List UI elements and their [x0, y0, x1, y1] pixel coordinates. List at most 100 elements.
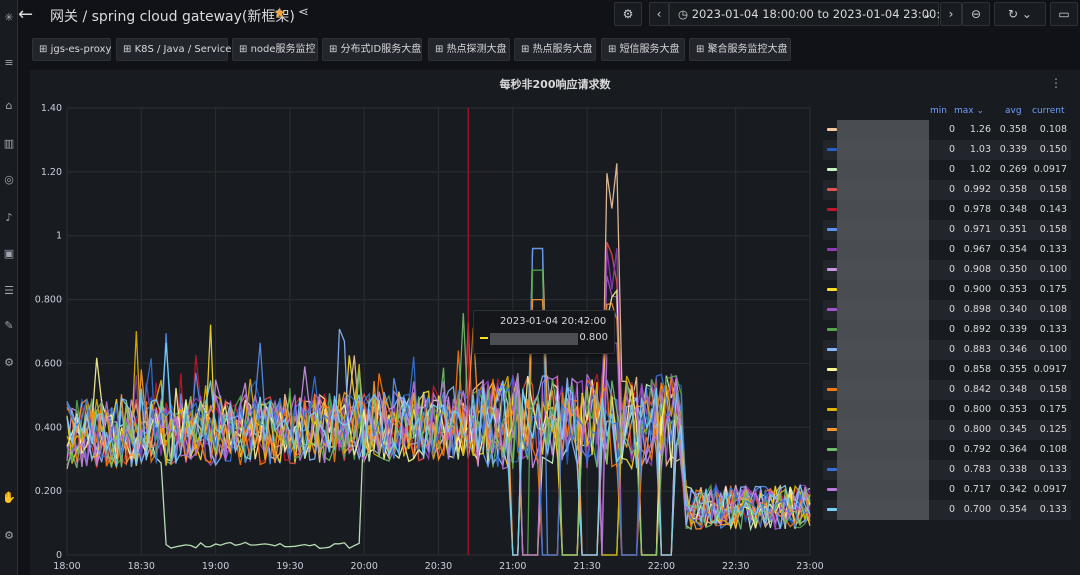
legend-series-name-redacted [837, 500, 929, 520]
legend-min-value: 0 [948, 204, 955, 215]
legend-series-swatch [827, 368, 837, 371]
legend-current-value: 0.158 [1039, 184, 1067, 195]
y-tick-label: 0.800 [35, 295, 62, 306]
legend-avg-value: 0.269 [999, 164, 1027, 175]
legend-row[interactable]: 0 0.892 0.339 0.133 [823, 320, 1071, 340]
legend-row[interactable]: 0 0.783 0.338 0.133 [823, 460, 1071, 480]
legend-max-value: 0.800 [963, 424, 991, 435]
legend-row[interactable]: 0 0.700 0.354 0.133 [823, 500, 1071, 520]
legend-series-swatch [827, 268, 837, 271]
legend-min-value: 0 [948, 404, 955, 415]
legend-min-value: 0 [948, 304, 955, 315]
legend-row[interactable]: 0 0.883 0.346 0.100 [823, 340, 1071, 360]
legend-row[interactable]: 0 0.898 0.340 0.108 [823, 300, 1071, 320]
legend-max-value: 0.792 [963, 444, 991, 455]
legend-row[interactable]: 0 0.971 0.351 0.158 [823, 220, 1071, 240]
legend-row[interactable]: 0 0.967 0.354 0.133 [823, 240, 1071, 260]
tooltip-series-name-redacted [490, 333, 578, 345]
legend-current-value: 0.108 [1039, 124, 1067, 135]
legend-series-name-redacted [837, 140, 929, 160]
legend-series-name-redacted [837, 240, 929, 260]
y-tick-label: 0.400 [35, 422, 62, 433]
legend-avg-value: 0.354 [999, 244, 1027, 255]
legend-max-value: 0.971 [963, 224, 991, 235]
legend-max-value: 1.03 [969, 144, 991, 155]
legend-row[interactable]: 0 0.800 0.353 0.175 [823, 400, 1071, 420]
legend-row[interactable]: 0 0.978 0.348 0.143 [823, 200, 1071, 220]
y-tick-label: 0 [56, 550, 62, 561]
legend-row[interactable]: 0 1.26 0.358 0.108 [823, 120, 1071, 140]
legend-avg-value: 0.339 [999, 144, 1027, 155]
legend-min-value: 0 [948, 504, 955, 515]
legend-series-name-redacted [837, 120, 929, 140]
legend-row[interactable]: 0 0.800 0.345 0.125 [823, 420, 1071, 440]
legend-series-swatch [827, 428, 837, 431]
legend-current-value: 0.158 [1039, 384, 1067, 395]
legend-series-swatch [827, 128, 837, 131]
legend-header-min[interactable]: min [930, 106, 947, 116]
legend-series-swatch [827, 468, 837, 471]
legend-min-value: 0 [948, 284, 955, 295]
legend-series-name-redacted [837, 480, 929, 500]
legend-series-swatch [827, 168, 837, 171]
legend-current-value: 0.108 [1039, 444, 1067, 455]
legend-min-value: 0 [948, 464, 955, 475]
legend-series-swatch [827, 408, 837, 411]
legend-header-avg[interactable]: avg [1005, 106, 1022, 116]
legend-min-value: 0 [948, 244, 955, 255]
x-tick-label: 22:00 [648, 561, 675, 572]
legend-current-value: 0.0917 [1033, 364, 1067, 375]
legend-avg-value: 0.353 [999, 284, 1027, 295]
legend-row[interactable]: 0 0.842 0.348 0.158 [823, 380, 1071, 400]
legend-row[interactable]: 0 0.900 0.353 0.175 [823, 280, 1071, 300]
legend-min-value: 0 [948, 164, 955, 175]
legend-avg-value: 0.358 [999, 124, 1027, 135]
legend-row[interactable]: 0 1.03 0.339 0.150 [823, 140, 1071, 160]
hover-tooltip: 2023-01-04 20:42:00 0.800 [473, 310, 615, 354]
legend-series-swatch [827, 508, 837, 511]
legend-series-name-redacted [837, 340, 929, 360]
legend-max-value: 0.908 [963, 264, 991, 275]
legend-series-swatch [827, 308, 837, 311]
legend-series-swatch [827, 348, 837, 351]
legend-series-name-redacted [837, 280, 929, 300]
legend-min-value: 0 [948, 324, 955, 335]
legend-current-value: 0.100 [1039, 264, 1067, 275]
legend-series-swatch [827, 288, 837, 291]
legend-series-swatch [827, 328, 837, 331]
legend-current-value: 0.158 [1039, 224, 1067, 235]
x-tick-label: 18:00 [53, 561, 80, 572]
legend-max-value: 0.900 [963, 284, 991, 295]
legend-max-value: 0.892 [963, 324, 991, 335]
legend-min-value: 0 [948, 344, 955, 355]
legend-header-max[interactable]: max ⌄ [954, 106, 984, 116]
y-tick-label: 0.600 [35, 358, 62, 369]
tooltip-series-swatch [480, 337, 488, 339]
legend-max-value: 0.717 [963, 484, 991, 495]
y-tick-label: 1.40 [41, 103, 62, 114]
legend-avg-value: 0.345 [999, 424, 1027, 435]
legend-avg-value: 0.346 [999, 344, 1027, 355]
legend-series-name-redacted [837, 200, 929, 220]
legend-series-name-redacted [837, 260, 929, 280]
legend-max-value: 0.898 [963, 304, 991, 315]
legend-series-name-redacted [837, 220, 929, 240]
legend-header-current[interactable]: current [1032, 106, 1064, 116]
sort-desc-icon: ⌄ [976, 106, 985, 116]
legend-min-value: 0 [948, 484, 955, 495]
legend-row[interactable]: 0 0.792 0.364 0.108 [823, 440, 1071, 460]
legend-row[interactable]: 0 0.858 0.355 0.0917 [823, 360, 1071, 380]
legend-row[interactable]: 0 1.02 0.269 0.0917 [823, 160, 1071, 180]
legend-series-name-redacted [837, 320, 929, 340]
x-tick-label: 22:30 [722, 561, 749, 572]
legend-max-value: 0.800 [963, 404, 991, 415]
legend-avg-value: 0.364 [999, 444, 1027, 455]
legend-series-swatch [827, 228, 837, 231]
legend-row[interactable]: 0 0.717 0.342 0.0917 [823, 480, 1071, 500]
legend-avg-value: 0.355 [999, 364, 1027, 375]
legend-row[interactable]: 0 0.908 0.350 0.100 [823, 260, 1071, 280]
y-tick-label: 1 [56, 231, 62, 242]
legend-row[interactable]: 0 0.992 0.358 0.158 [823, 180, 1071, 200]
legend-max-value: 0.992 [963, 184, 991, 195]
legend-min-value: 0 [948, 264, 955, 275]
